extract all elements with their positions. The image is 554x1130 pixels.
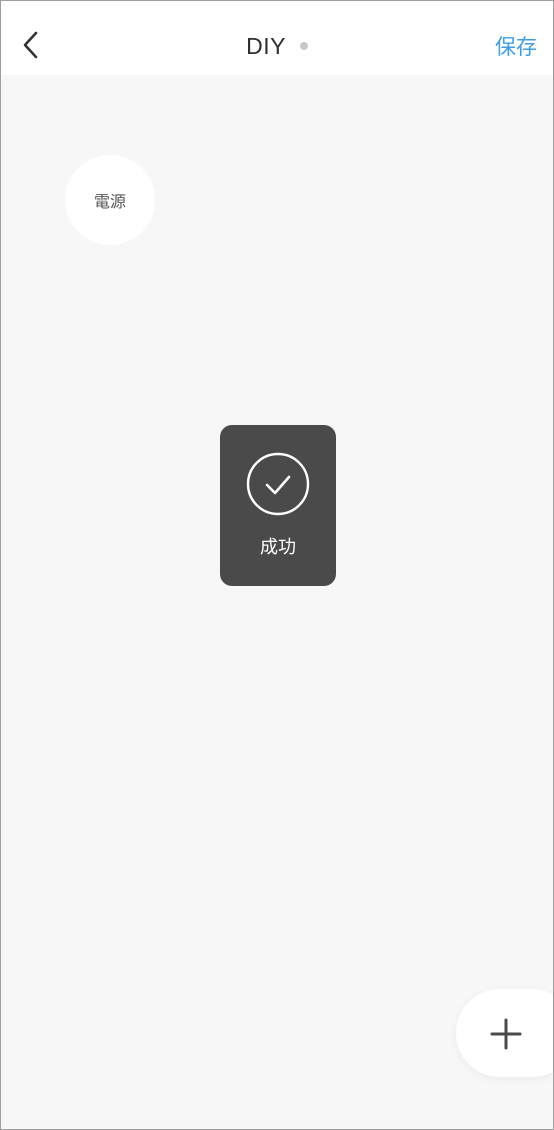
top-navigation-bar: DIY 保存 — [1, 1, 553, 75]
add-button[interactable] — [456, 989, 553, 1077]
checkmark-circle-icon — [246, 452, 310, 516]
app-screen: DIY 保存 電源 成功 — [0, 0, 554, 1130]
toast-message: 成功 — [260, 537, 296, 558]
power-button[interactable]: 電源 — [65, 155, 155, 245]
save-button[interactable]: 保存 — [495, 29, 537, 63]
page-title: DIY — [246, 32, 286, 59]
success-toast: 成功 — [220, 425, 336, 586]
plus-icon — [490, 1018, 522, 1050]
title-area: DIY — [1, 29, 553, 63]
status-dot — [299, 42, 308, 50]
